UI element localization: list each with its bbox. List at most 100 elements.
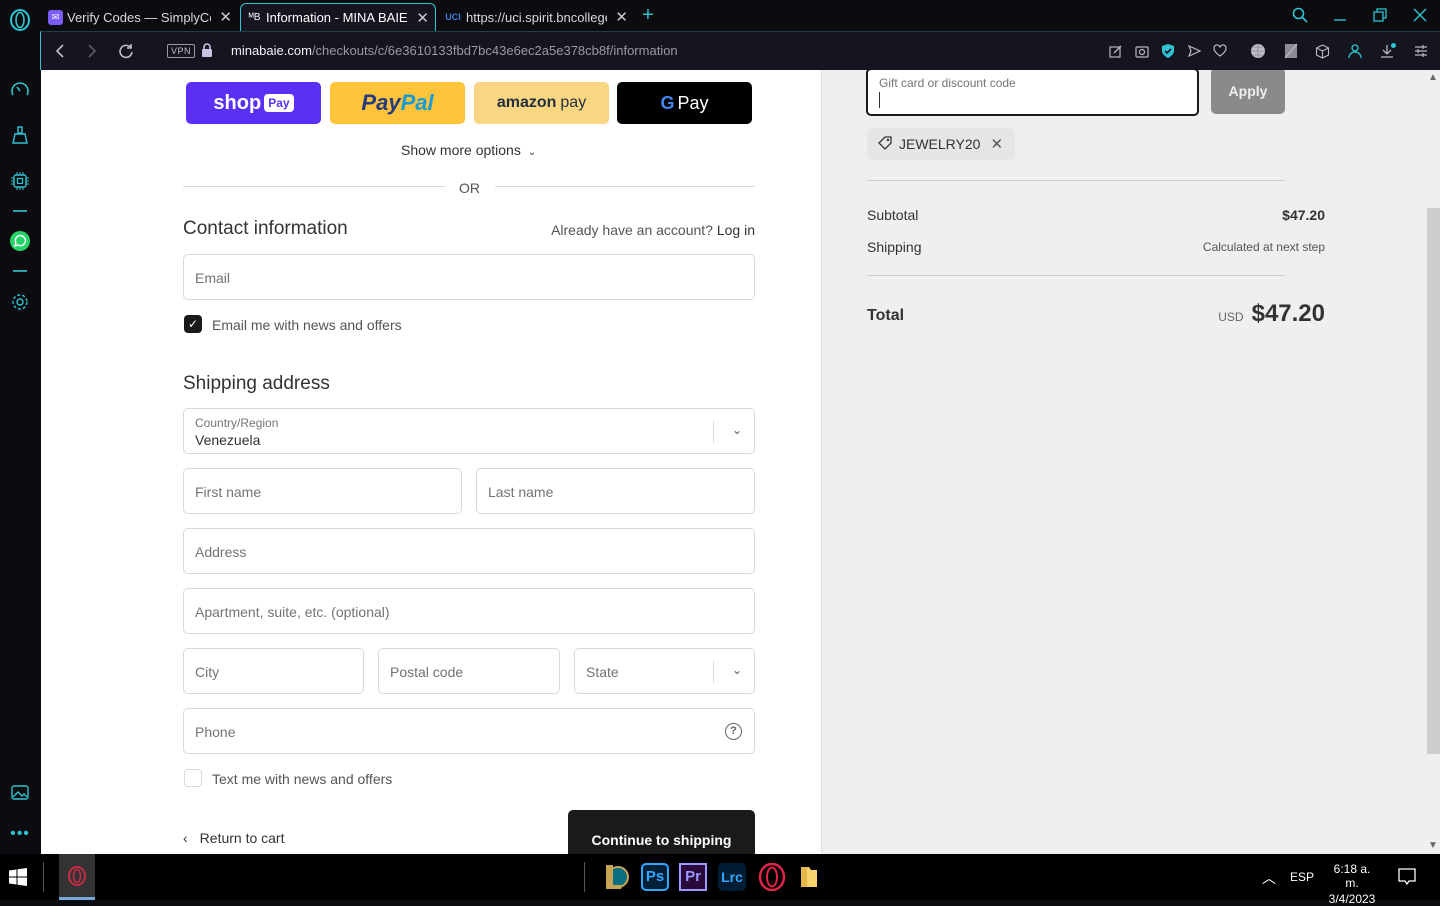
photoshop-icon[interactable]: Ps <box>639 861 671 893</box>
last-name-field[interactable]: Last name <box>476 468 755 514</box>
show-hidden-icons-chevron[interactable]: ︿ <box>1262 868 1276 888</box>
cleaner-broom-icon[interactable] <box>8 123 32 147</box>
country-select[interactable]: Country/Region Venezuela ⌄ <box>183 408 755 454</box>
scroll-down-arrow[interactable]: ▼ <box>1427 840 1439 851</box>
apply-button[interactable]: Apply <box>1211 70 1285 114</box>
speed-dial-gauge-icon[interactable] <box>8 78 32 102</box>
tab-verify-codes[interactable]: ✉ Verify Codes — SimplyCodes ✕ <box>42 3 238 31</box>
language-indicator[interactable]: ESP <box>1290 870 1314 884</box>
city-field[interactable]: City <box>183 648 364 694</box>
minimize-button[interactable] <box>1328 4 1352 26</box>
file-explorer-icon[interactable] <box>793 861 825 893</box>
shipping-heading: Shipping address <box>183 373 330 394</box>
account-prompt: Already have an account? Log in <box>551 222 755 238</box>
tag-icon <box>877 135 893 154</box>
globe-extension-icon[interactable] <box>1249 42 1267 60</box>
tab-search-icon[interactable] <box>1288 4 1312 26</box>
close-window-button[interactable] <box>1408 4 1432 26</box>
state-select[interactable]: State ⌄ <box>574 648 755 694</box>
shop-pay-button[interactable]: shop Pay <box>186 82 321 124</box>
page-scrollbar[interactable]: ▲ ▼ <box>1425 70 1440 854</box>
first-name-field[interactable]: First name <box>183 468 462 514</box>
windows-taskbar: Ps Pr Lrc ︿ ESP 6:18 a. m. 3/4/2023 <box>0 854 1440 906</box>
google-pay-button[interactable]: G Pay <box>617 82 752 124</box>
scroll-up-arrow[interactable]: ▲ <box>1427 72 1439 83</box>
opera-gx-icon[interactable] <box>756 861 788 893</box>
vpn-badge[interactable]: VPN <box>167 44 196 58</box>
adblock-shield-icon[interactable] <box>1159 42 1177 60</box>
scrollbar-thumb[interactable] <box>1427 208 1440 754</box>
restore-button[interactable] <box>1368 4 1392 26</box>
shipping-value: Calculated at next step <box>1202 240 1325 254</box>
postal-code-field[interactable]: Postal code <box>378 648 560 694</box>
email-opt-in-checkbox[interactable]: ✓ <box>184 315 202 333</box>
clock-time: 6:18 a. m. <box>1333 862 1371 890</box>
taskbar-divider <box>584 862 585 892</box>
address-bar: VPN minabaie.com/checkouts/c/6e3610133fb… <box>40 31 1440 70</box>
action-center-icon[interactable] <box>1398 868 1416 889</box>
send-flow-icon[interactable] <box>1185 42 1203 60</box>
address-field[interactable]: Address <box>183 528 755 574</box>
whatsapp-icon[interactable] <box>8 229 32 253</box>
total-label: Total <box>867 307 905 324</box>
email-opt-in-label: Email me with news and offers <box>212 317 402 333</box>
premiere-icon[interactable]: Pr <box>677 861 709 893</box>
easy-setup-menu-icon[interactable] <box>1412 42 1430 60</box>
discount-tag: JEWELRY20 ✕ <box>867 128 1016 160</box>
amazon-pay-button[interactable]: amazon pay <box>474 82 609 124</box>
url-path: /checkouts/c/6e3610133fbd7bc43e6ec2a5e37… <box>311 43 678 58</box>
extensions-cube-icon[interactable] <box>1313 42 1331 60</box>
remove-discount-icon[interactable]: ✕ <box>990 135 1003 153</box>
url-field[interactable]: minabaie.com/checkouts/c/6e3610133fbd7bc… <box>231 43 678 58</box>
chevron-left-icon: ‹ <box>183 830 188 846</box>
opera-icon[interactable] <box>59 854 95 900</box>
lightroom-classic-icon[interactable]: Lrc <box>716 861 748 893</box>
sms-opt-in-checkbox[interactable] <box>184 769 202 787</box>
chevron-down-icon: ⌄ <box>731 423 742 437</box>
chevron-down-icon: ⌄ <box>731 663 742 677</box>
help-question-icon[interactable]: ? <box>725 723 742 740</box>
tab-strip: ✉ Verify Codes — SimplyCodes ✕ ᴹB Inform… <box>40 0 1440 31</box>
image-gallery-icon[interactable] <box>8 780 32 804</box>
discount-code-input[interactable]: Gift card or discount code <box>866 70 1199 116</box>
sms-opt-in-label: Text me with news and offers <box>212 771 393 787</box>
opera-logo-icon[interactable] <box>8 8 32 32</box>
camera-snapshot-icon[interactable] <box>1133 42 1151 60</box>
new-tab-button[interactable]: + <box>636 4 660 26</box>
profile-icon[interactable] <box>1346 42 1364 60</box>
tab-uci-spirit[interactable]: UCI https://uci.spirit.bncollege.com ✕ <box>438 3 634 31</box>
browser-sidebar: ••• <box>0 0 40 854</box>
hardware-cpu-icon[interactable] <box>8 169 32 193</box>
downloads-icon[interactable] <box>1379 42 1397 60</box>
return-to-cart-link[interactable]: ‹ Return to cart <box>183 830 285 846</box>
select-divider <box>713 661 714 683</box>
checkout-form-column: shop Pay Pay Pal amazon pay G Pay Show mor… <box>41 70 821 854</box>
heart-bookmark-icon[interactable] <box>1211 42 1229 60</box>
phone-field[interactable]: Phone ? <box>183 708 755 754</box>
uci-icon: UCI <box>445 12 461 22</box>
close-tab-icon[interactable]: ✕ <box>416 9 429 27</box>
divider-line <box>495 186 755 187</box>
back-button[interactable] <box>49 40 71 62</box>
apartment-field[interactable]: Apartment, suite, etc. (optional) <box>183 588 755 634</box>
close-tab-icon[interactable]: ✕ <box>219 8 232 26</box>
forward-button[interactable] <box>81 40 103 62</box>
close-tab-icon[interactable]: ✕ <box>615 8 628 26</box>
email-field[interactable]: Email <box>183 254 755 300</box>
snap-edit-icon[interactable] <box>1107 42 1125 60</box>
settings-gear-icon[interactable] <box>8 290 32 314</box>
reload-button[interactable] <box>115 40 137 62</box>
or-divider-label: OR <box>459 180 480 196</box>
paypal-button[interactable]: Pay Pal <box>330 82 465 124</box>
start-icon[interactable] <box>2 861 34 893</box>
tab-information-mina-baie[interactable]: ᴹB Information - MINA BAIE - Checkout ✕ <box>240 3 436 31</box>
continue-to-shipping-button[interactable]: Continue to shipping <box>568 810 755 854</box>
league-of-legends-icon[interactable] <box>600 861 632 893</box>
contact-heading: Contact information <box>183 218 348 239</box>
extension-grey-icon[interactable] <box>1282 42 1300 60</box>
clock[interactable]: 6:18 a. m. 3/4/2023 <box>1326 862 1378 906</box>
login-link[interactable]: Log in <box>717 222 755 238</box>
more-options-icon[interactable]: ••• <box>8 822 32 846</box>
lock-icon[interactable] <box>201 43 213 57</box>
show-more-options-link[interactable]: Show more options ⌄ <box>401 142 536 158</box>
